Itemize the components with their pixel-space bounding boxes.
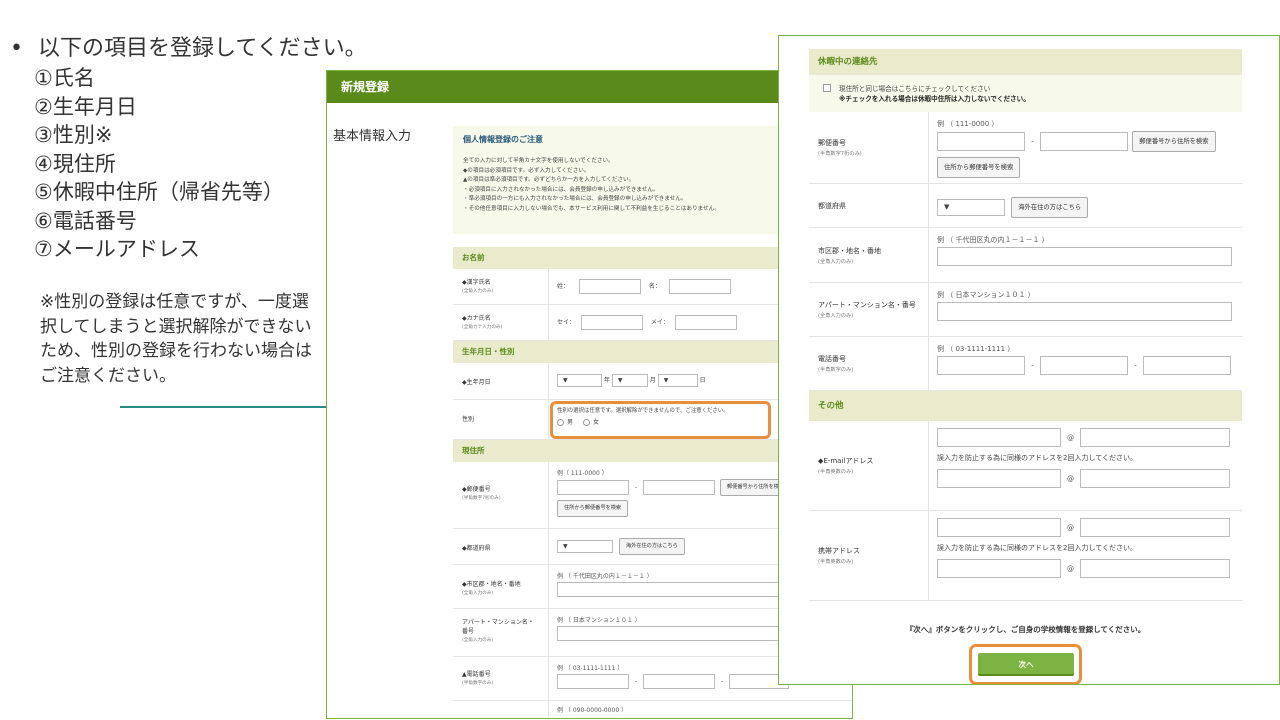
row-email: ◆E-mailアドレス (半角英数のみ) @ 誤入力を防止する為に同様のアドレスを… [809,421,1242,511]
same-address-checkbox[interactable] [823,84,831,92]
list-item: ④現住所 [34,151,116,176]
email-local-input[interactable] [937,428,1061,447]
row-zip: 郵便番号 (半角数字7桁のみ) 例 （ 111-0000 ） - 郵便番号から住所… [809,112,1242,184]
phone-input-2[interactable] [643,674,716,689]
row-phone: 電話番号 (半角数字のみ) 例 （ 03-1111-1111 ） - - [809,337,1242,391]
zip-input-2[interactable] [1040,132,1128,151]
phone-input-1[interactable] [557,674,629,689]
sex-note: ※性別の登録は任意ですが、一度選択してしまうと選択解除ができないため、性別の登録… [40,292,312,386]
field-label: アパート・マンション名・番号 (全角入力のみ) [809,283,929,336]
phone-input-1[interactable] [937,356,1025,375]
first-name-kana-input[interactable] [674,315,737,330]
address-to-zip-button[interactable]: 住所から郵便番号を検索 [557,500,629,517]
phone-input-3[interactable] [1143,356,1231,375]
field-label: 市区郡・地名・番地 (全角入力のみ) [809,228,929,282]
sex-highlight-box [550,401,771,439]
row-apartment: アパート・マンション名・番号 (全角入力のみ) 例 （ 日本マンション１０１ ） [809,283,1242,337]
zip-search-button[interactable]: 郵便番号から住所を検索 [1132,131,1216,152]
field-label: 電話番号 (半角数字のみ) [809,337,929,390]
row-prefecture: 都道府県 ▼ 海外在住の方はこちら [809,184,1242,228]
mobile-local-input[interactable] [937,518,1061,537]
registration-form-screenshot-1: 新規登録 基本情報入力 個人情報登録のご注意 全ての入力に対して半角カナ文字を使… [326,70,853,719]
apartment-input[interactable] [937,302,1232,321]
city-input[interactable] [937,247,1232,266]
apartment-input[interactable] [557,626,797,641]
slide-title: • 以下の項目を登録してください。 [10,34,367,64]
list-item: ①氏名 [34,66,95,90]
registration-form-screenshot-2: 休暇中の連絡先 現住所と同じ場合はこちらにチェックしてください ※チェックを入れ… [778,35,1280,685]
overseas-button[interactable]: 海外在住の方はこちら [618,538,685,555]
year-select[interactable]: ▼ [557,374,602,387]
bullet-icon: • [10,36,23,61]
field-label: ◆都道府県 [453,529,549,564]
zip-input-1[interactable] [557,480,629,495]
address-to-zip-button[interactable]: 住所から郵便番号を検索 [937,157,1021,178]
form-table: 休暇中の連絡先 現住所と同じ場合はこちらにチェックしてください ※チェックを入れ… [809,49,1242,601]
phone-input-2[interactable] [1040,356,1128,375]
list-item: ③性別※ [34,123,113,147]
field-label: ▲電話番号 (半角数字のみ) [453,657,549,700]
list-item: ⑥電話番号 [34,208,137,233]
city-input[interactable] [557,582,797,597]
month-select[interactable]: ▼ [611,374,648,387]
list-item: ⑤休暇中住所（帰省先等） [34,180,284,204]
field-label: ◆カナ氏名 (全角カナ入力のみ) [453,305,549,340]
mobile-domain-input[interactable] [1080,518,1230,537]
row-mobile-partial: 例 （ 090-0000-0000 ） [453,701,852,718]
field-label: 郵便番号 (半角数字7桁のみ) [809,112,929,183]
field-label: ◆市区郡・地名・番地 (全角入力のみ) [453,565,549,608]
item-list: ①氏名 ②生年月日 ③性別※ ④現住所 ⑤休暇中住所（帰省先等） ⑥電話番号 ⑦… [34,64,367,264]
zip-input-2[interactable] [643,480,716,495]
last-name-kana-input[interactable] [580,315,643,330]
field-label: ◆E-mailアドレス (半角英数のみ) [809,421,929,510]
section-title: 基本情報入力 [333,129,412,144]
field-label: アパート・マンション名・番号 (全角入力のみ) [453,609,549,656]
email-confirm-domain-input[interactable] [1080,469,1230,488]
zip-input-1[interactable] [937,132,1025,151]
email-confirm-local-input[interactable] [937,469,1061,488]
mobile-confirm-domain-input[interactable] [1080,559,1230,578]
mobile-confirm-local-input[interactable] [937,559,1061,578]
first-name-input[interactable] [668,279,731,294]
prefecture-select[interactable]: ▼ [937,199,1005,216]
group-vacation: 休暇中の連絡先 [809,49,1242,75]
field-label: ◆漢字氏名 (全角入力のみ) [453,269,549,304]
next-instruction: 『次へ』ボタンをクリックし、ご自身の学校情報を登録してください。 [905,625,1146,634]
day-select[interactable]: ▼ [657,374,698,387]
group-other: その他 [809,391,1242,421]
row-city: 市区郡・地名・番地 (全角入力のみ) 例 （ 千代田区丸の内１－１－１ ） [809,228,1242,283]
same-address-row: 現住所と同じ場合はこちらにチェックしてください ※チェックを入れる場合は休暇中住… [809,75,1242,112]
form-header: 新規登録 [327,71,852,103]
last-name-input[interactable] [578,279,641,294]
email-domain-input[interactable] [1080,428,1230,447]
slide-instructions: • 以下の項目を登録してください。 ①氏名 ②生年月日 ③性別※ ④現住所 ⑤休暇… [10,34,367,264]
prefecture-select[interactable]: ▼ [557,540,613,553]
list-item: ②生年月日 [34,94,137,119]
field-label: 都道府県 [809,184,929,227]
overseas-button[interactable]: 海外在住の方はこちら [1011,197,1089,218]
list-item: ⑦メールアドレス [34,237,200,261]
email-confirm-note: 誤入力を防止する為に同様のアドレスを2回入力してください。 [937,454,1138,462]
field-label: ◆郵便番号 (半角数字7桁のみ) [453,462,549,528]
field-label: 性別 [453,400,549,439]
field-label: ◆生年月日 [453,363,549,399]
field-label: 携帯アドレス (半角英数のみ) [809,511,929,600]
mobile-confirm-note: 誤入力を防止する為に同様のアドレスを2回入力してください。 [937,544,1138,552]
row-mobile: 携帯アドレス (半角英数のみ) @ 誤入力を防止する為に同様のアドレスを2回入力し… [809,511,1242,601]
next-highlight-box [969,644,1082,684]
